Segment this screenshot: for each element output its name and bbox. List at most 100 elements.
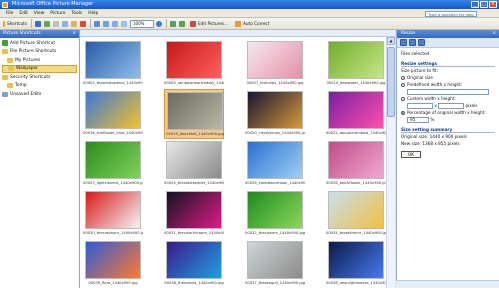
copy-button[interactable] <box>61 19 69 28</box>
thumbnail[interactable]: 00034_breaktheice_1440x900.jpg <box>326 189 386 239</box>
thumbnail[interactable]: 00020_cityskylines_1440x900.jpg <box>245 89 305 139</box>
custom-radio[interactable] <box>401 97 405 101</box>
filmstrip-button[interactable] <box>111 19 119 28</box>
close-resize-pane-icon[interactable]: × <box>492 30 496 38</box>
tree-item-security-shortcuts[interactable]: Security Shortcuts <box>2 73 77 82</box>
thumbnail-caption: 00031_thecolorfulroom_1440x900.jpg <box>164 231 224 235</box>
thumbnail-caption: 00020_cityskylines_1440x900.jpg <box>245 131 305 135</box>
predefined-option[interactable]: Predefined width x height: <box>401 81 495 88</box>
thumbnail[interactable]: 00035_flare_1440x900.jpg <box>83 239 143 288</box>
gallery-scrollbar[interactable]: ▲ <box>386 37 395 288</box>
thumbnail-image <box>85 191 141 229</box>
thumbnail[interactable]: 00002_thewindowblue_1440x900.jpg <box>83 39 143 89</box>
tree-label: My Pictures <box>15 57 41 63</box>
forward-icon[interactable] <box>409 39 416 46</box>
percentage-radio[interactable] <box>401 111 405 115</box>
thumbnail[interactable]: 00022_apurplerainbow_1440x900.jpg <box>326 89 386 139</box>
predefined-radio[interactable] <box>401 83 405 87</box>
original-size-radio[interactable] <box>401 76 405 80</box>
scroll-up-arrow[interactable]: ▲ <box>387 37 395 45</box>
back-icon[interactable] <box>400 39 407 46</box>
view-button[interactable] <box>102 19 110 28</box>
thumbnail[interactable]: 00007_thetulips_1440x900.jpg <box>245 39 305 89</box>
undo-icon <box>94 20 100 27</box>
pane-nav-tools <box>397 38 499 48</box>
close-button[interactable]: × <box>489 1 497 8</box>
shortcuts-button[interactable]: Shortcuts <box>2 19 28 28</box>
custom-option[interactable]: Custom width x height: <box>401 95 495 102</box>
rotate-right-button[interactable] <box>178 19 186 28</box>
unsaved-edits-icon <box>2 91 8 97</box>
save-icon <box>35 20 41 27</box>
help-search-input[interactable]: Type a question for help <box>425 11 477 17</box>
thumbnail[interactable]: 00010_dewwater_1440x900.jpg <box>326 39 386 89</box>
toolbar-separator <box>31 19 32 28</box>
tree-label: Temp <box>15 83 27 89</box>
tree-item-file-shortcuts[interactable]: File Picture Shortcuts <box>2 48 77 57</box>
percentage-row: 95 % <box>401 116 495 123</box>
menu-help[interactable]: Help <box>85 9 101 18</box>
export-button[interactable] <box>43 19 51 28</box>
menu-picture[interactable]: Picture <box>47 9 68 18</box>
thumbnail[interactable]: 00023_lightcloverA_1440x900.jpg <box>83 139 143 189</box>
close-pane-icon[interactable]: × <box>72 30 76 38</box>
cut-button[interactable] <box>52 19 60 28</box>
toolbar-separator <box>90 19 91 28</box>
zoom-button[interactable] <box>155 19 163 28</box>
percentage-input[interactable]: 95 <box>407 117 429 123</box>
thumbnail[interactable]: 00031_thecolorfulroom_1440x900.jpg <box>164 189 224 239</box>
folder-icon <box>7 83 13 89</box>
thumbnail[interactable]: 00038_neonlightwaves_1440x900.jpg <box>326 239 386 288</box>
original-size-option[interactable]: Original size <box>401 74 495 81</box>
tree-item-wallpaper[interactable]: Wallpaper <box>2 64 77 73</box>
paste-button[interactable] <box>70 19 78 28</box>
undo-button[interactable] <box>93 19 101 28</box>
menu-edit[interactable]: Edit <box>16 9 31 18</box>
gallery-header <box>80 30 395 37</box>
edit-pictures-button[interactable]: Edit Pictures... <box>187 19 231 28</box>
thumbnail[interactable]: 00026_caribbeanmoon_1440x900.jpg <box>245 139 305 189</box>
thumbnail[interactable]: 00016_sunflower_blue_1440x900.jpg <box>83 89 143 139</box>
thumbnail[interactable]: 00030_thecrabhorn_1440x900.jpg <box>83 189 143 239</box>
tree-item-my-pictures[interactable]: My Pictures <box>2 56 77 65</box>
rotate-left-button[interactable] <box>169 19 177 28</box>
toolbar-separator <box>166 19 167 28</box>
predefined-select-row <box>401 88 495 95</box>
folder-icon <box>2 49 8 55</box>
shortcut-tree: Add Picture Shortcut File Picture Shortc… <box>0 38 79 100</box>
scroll-thumb[interactable] <box>387 47 395 117</box>
thumbnail[interactable]: 00028_bee&flower_1440x900.jpg <box>326 139 386 189</box>
thumbnail-image <box>328 41 384 79</box>
auto-correct-button[interactable]: Auto Correct <box>232 19 272 28</box>
home-icon[interactable] <box>418 39 425 46</box>
thumbnail-caption: 00023_lightcloverA_1440x900.jpg <box>83 181 143 185</box>
thumbnail-image <box>166 41 222 79</box>
maximize-button[interactable]: □ <box>480 1 488 8</box>
percentage-option[interactable]: Percentage of original width x height: <box>401 109 495 116</box>
thumbnail-caption: 00002_thewindowblue_1440x900.jpg <box>83 81 143 85</box>
menu-view[interactable]: View <box>31 9 47 18</box>
rotate-right-icon <box>179 20 185 27</box>
ok-button[interactable]: OK <box>401 151 421 158</box>
thumbnail[interactable]: 00005_rainbowheartredsky_1440x900.jpg <box>164 39 224 89</box>
delete-button[interactable] <box>79 19 87 28</box>
add-shortcut-link[interactable]: Add Picture Shortcut <box>2 39 77 48</box>
pane-header: Picture Shortcuts × <box>0 30 79 38</box>
menu-file[interactable]: File <box>3 9 16 18</box>
tree-item-temp[interactable]: Temp <box>2 82 77 91</box>
zoom-select[interactable]: 100% <box>130 19 154 28</box>
thumbnail[interactable]: 00036_thenebula_1440x900.jpg <box>164 239 224 288</box>
thumbnail[interactable]: 00037_theseagull_1440x900.jpg <box>245 239 305 288</box>
tree-item-unsaved-edits[interactable]: Unsaved Edits <box>2 90 77 99</box>
thumbnail[interactable]: 00019_beachfall_1440x900.jpg <box>164 89 224 139</box>
save-button[interactable] <box>34 19 42 28</box>
minimize-button[interactable]: _ <box>471 1 479 8</box>
thumbnail-image <box>167 92 223 130</box>
cut-icon <box>53 20 59 27</box>
thumbnail[interactable]: 00032_theclovers_1440x900.jpg <box>245 189 305 239</box>
thumbnail-image <box>247 91 303 129</box>
thumbnail-caption: 00038_neonlightwaves_1440x900.jpg <box>326 281 386 285</box>
thumbnail[interactable]: 00024_theoldsteelpier_1440x900.jpg <box>164 139 224 189</box>
single-view-button[interactable] <box>120 19 128 28</box>
menu-tools[interactable]: Tools <box>68 9 85 18</box>
